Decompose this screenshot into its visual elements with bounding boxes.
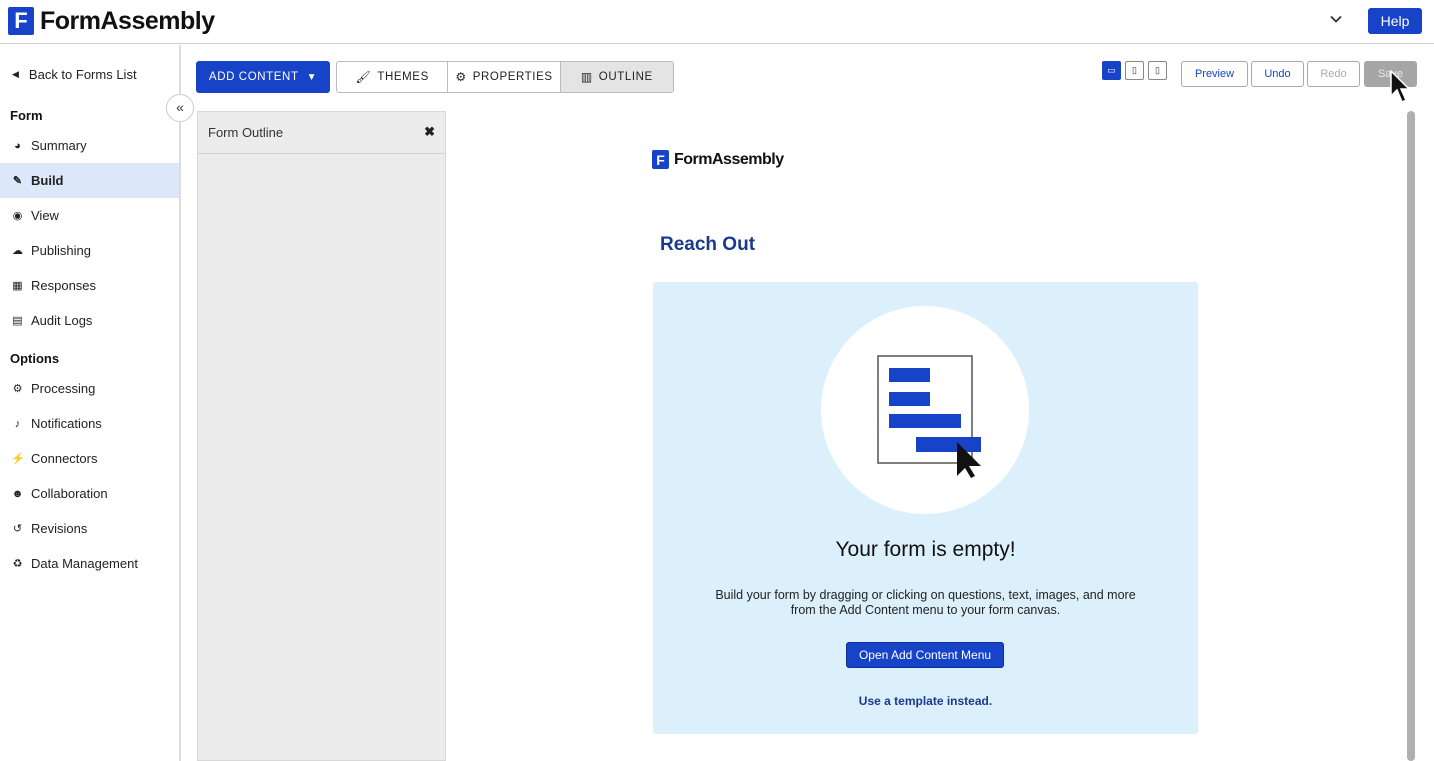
users-icon: ☻ — [11, 487, 24, 500]
sidebar-item-collaboration[interactable]: ☻ Collaboration — [0, 476, 179, 511]
sidebar: ◀ Back to Forms List Form ◕ Summary ✎ Bu… — [0, 45, 181, 761]
sidebar-item-processing[interactable]: ⚙ Processing — [0, 371, 179, 406]
sidebar-item-connectors[interactable]: ⚡ Connectors — [0, 441, 179, 476]
sidebar-item-notifications[interactable]: ♪ Notifications — [0, 406, 179, 441]
mobile-icon[interactable]: ▯ — [1148, 61, 1167, 80]
sidebar-item-label: Publishing — [31, 243, 91, 258]
back-to-forms-link[interactable]: ◀ Back to Forms List — [12, 67, 137, 82]
dashboard-icon: ◕ — [14, 139, 21, 152]
caret-down-icon: ▼ — [306, 71, 318, 83]
options-section-heading: Options — [10, 351, 60, 366]
use-template-link[interactable]: Use a template instead. — [653, 694, 1198, 708]
open-add-content-button[interactable]: Open Add Content Menu — [846, 642, 1004, 668]
sidebar-item-audit-logs[interactable]: ▤ Audit Logs — [0, 303, 179, 338]
sidebar-item-data-management[interactable]: ♻ Data Management — [0, 546, 179, 581]
tab-properties[interactable]: ⚙ PROPERTIES — [448, 62, 561, 92]
sidebar-item-build[interactable]: ✎ Build — [0, 163, 179, 198]
recycle-icon: ♻ — [12, 558, 23, 570]
sidebar-item-label: Processing — [31, 381, 96, 396]
sidebar-item-label: Summary — [31, 138, 87, 153]
redo-button[interactable]: Redo — [1307, 61, 1360, 87]
caret-left-icon: ◀ — [12, 69, 19, 79]
tab-label: THEMES — [377, 71, 429, 83]
sidebar-item-publishing[interactable]: ☁ Publishing — [0, 233, 179, 268]
cogs-icon: ⚙ — [12, 383, 23, 395]
empty-form-illustration — [821, 306, 1029, 514]
history-icon: ↺ — [12, 523, 23, 535]
eye-icon: ◉ — [12, 210, 23, 222]
collapse-sidebar-icon[interactable]: « — [166, 94, 194, 122]
file-icon: ▤ — [12, 315, 23, 327]
outline-title: Form Outline — [208, 125, 284, 140]
device-preview-toggle: ▭ ▯ ▯ — [1102, 61, 1171, 80]
outline-header: Form Outline ✖ — [198, 112, 445, 154]
sidebar-item-label: Notifications — [31, 416, 102, 431]
editor-tabs: 🖌 THEMES ⚙ PROPERTIES ▥ OUTLINE — [336, 61, 674, 93]
sidebar-item-label: Audit Logs — [31, 313, 93, 328]
app-logo[interactable]: F FormAssembly — [8, 6, 215, 36]
mouse-cursor-icon — [1390, 69, 1412, 109]
help-button[interactable]: Help — [1368, 8, 1422, 34]
pencil-icon: ✎ — [12, 175, 23, 187]
tablet-icon[interactable]: ▯ — [1125, 61, 1144, 80]
sidebar-item-responses[interactable]: ▦ Responses — [0, 268, 179, 303]
sidebar-item-label: Build — [31, 173, 64, 188]
gear-icon: ⚙ — [455, 70, 467, 84]
logo-mark-icon: F — [652, 150, 669, 169]
sidebar-item-label: Connectors — [31, 451, 98, 466]
back-label: Back to Forms List — [28, 67, 137, 82]
tab-outline[interactable]: ▥ OUTLINE — [560, 62, 673, 92]
sidebar-item-label: View — [31, 208, 59, 223]
empty-form-title: Your form is empty! — [835, 538, 1016, 561]
top-bar: F FormAssembly Help — [0, 0, 1434, 44]
sidebar-item-label: Data Management — [31, 556, 138, 571]
add-content-label: ADD CONTENT — [208, 71, 299, 83]
logo-text: FormAssembly — [674, 150, 784, 168]
form-title[interactable]: Reach Out — [660, 234, 755, 256]
cloud-upload-icon: ☁ — [12, 245, 23, 257]
desktop-icon[interactable]: ▭ — [1102, 61, 1121, 80]
tab-label: PROPERTIES — [472, 71, 553, 83]
logo-text: FormAssembly — [40, 6, 215, 35]
canvas-scrollbar[interactable] — [1407, 111, 1415, 761]
sidebar-item-summary[interactable]: ◕ Summary — [0, 128, 179, 163]
undo-button[interactable]: Undo — [1251, 61, 1304, 87]
chevron-down-icon[interactable] — [1327, 12, 1345, 30]
tab-label: OUTLINE — [598, 71, 653, 83]
plug-icon: ⚡ — [11, 453, 25, 465]
add-content-button[interactable]: ADD CONTENT ▼ — [196, 61, 330, 93]
form-section-heading: Form — [10, 108, 43, 123]
table-icon: ▦ — [12, 280, 23, 292]
preview-button[interactable]: Preview — [1181, 61, 1248, 87]
form-logo: F FormAssembly — [652, 150, 784, 169]
close-icon[interactable]: ✖ — [424, 124, 435, 140]
form-outline-panel: Form Outline ✖ — [197, 111, 446, 761]
tab-themes[interactable]: 🖌 THEMES — [337, 62, 449, 92]
empty-form-description: Build your form by dragging or clicking … — [715, 588, 1136, 617]
sidebar-item-label: Revisions — [31, 521, 88, 536]
form-document-icon — [877, 355, 981, 478]
map-icon: ▥ — [580, 70, 593, 84]
brush-icon: 🖌 — [355, 70, 372, 84]
sidebar-item-view[interactable]: ◉ View — [0, 198, 179, 233]
logo-mark-icon: F — [8, 7, 34, 35]
sidebar-item-revisions[interactable]: ↺ Revisions — [0, 511, 179, 546]
bell-icon: ♪ — [14, 417, 21, 430]
sidebar-item-label: Collaboration — [31, 486, 108, 501]
empty-form-panel: Your form is empty! Build your form by d… — [653, 282, 1198, 734]
sidebar-item-label: Responses — [31, 278, 97, 293]
